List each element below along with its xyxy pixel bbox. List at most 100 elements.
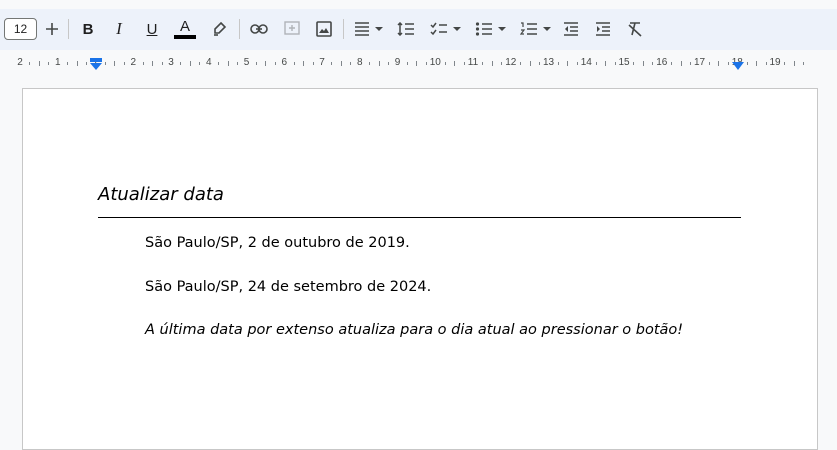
add-comment-button[interactable] xyxy=(281,17,303,41)
link-icon xyxy=(250,24,268,34)
chevron-down-icon xyxy=(453,27,461,31)
ruler-tick xyxy=(416,61,418,66)
ruler-number: 2 xyxy=(17,57,23,68)
underline-button[interactable]: U xyxy=(142,17,162,41)
ruler-tick xyxy=(567,61,569,66)
right-indent-marker[interactable] xyxy=(732,62,744,70)
formatting-toolbar: 12 B I U A xyxy=(0,9,837,50)
ruler-tick xyxy=(104,62,106,65)
ruler-number: 13 xyxy=(542,57,555,68)
highlight-color-button[interactable] xyxy=(208,17,230,41)
ruler-tick xyxy=(718,61,720,66)
chevron-down-icon xyxy=(375,27,383,31)
toolbar-divider xyxy=(239,19,240,39)
checklist-dropdown[interactable] xyxy=(428,17,464,41)
ruler-tick xyxy=(482,62,484,65)
ruler-tick xyxy=(633,62,635,65)
ruler-tick xyxy=(218,62,220,65)
decrease-indent-button[interactable] xyxy=(560,17,582,41)
ruler-tick xyxy=(444,62,446,65)
ruler-number: 12 xyxy=(505,57,517,68)
ruler-tick xyxy=(671,62,673,65)
ruler-tick xyxy=(350,62,352,65)
ruler-tick xyxy=(501,62,503,65)
clear-formatting-button[interactable] xyxy=(624,17,646,41)
text-color-swatch xyxy=(174,34,196,39)
ruler-tick xyxy=(756,61,758,66)
ruler-tick xyxy=(378,61,380,66)
ruler-tick xyxy=(595,62,597,65)
ruler-number: 14 xyxy=(580,57,592,68)
ruler-tick xyxy=(793,61,795,66)
chevron-down-icon xyxy=(543,27,551,31)
paragraph-original-date: São Paulo/SP, 2 de outubro de 2019. xyxy=(145,235,410,251)
ruler-tick xyxy=(520,62,522,65)
ruler-number: 3 xyxy=(168,57,174,68)
image-icon xyxy=(316,21,332,37)
ruler-tick xyxy=(803,62,805,65)
ruler-tick xyxy=(114,61,116,66)
ruler-tick xyxy=(708,62,710,65)
ruler-number: 17 xyxy=(693,57,706,68)
increase-font-size-button[interactable] xyxy=(42,17,62,41)
numbered-list-icon xyxy=(520,22,537,35)
increase-indent-button[interactable] xyxy=(592,17,614,41)
ruler-tick xyxy=(576,62,578,65)
add-comment-icon xyxy=(284,21,300,35)
ruler-tick xyxy=(29,62,31,65)
ruler-tick xyxy=(161,62,163,65)
paragraph-updated-date: São Paulo/SP, 24 de setembro de 2024. xyxy=(145,279,432,295)
line-spacing-button[interactable] xyxy=(395,17,417,41)
ruler-number: 6 xyxy=(281,57,288,68)
line-spacing-icon xyxy=(397,22,414,36)
ruler-tick xyxy=(340,61,342,66)
text-color-button[interactable]: A xyxy=(172,17,198,41)
align-justify-icon xyxy=(355,22,369,36)
ruler-tick xyxy=(152,61,154,66)
ruler-tick xyxy=(67,62,69,65)
ruler-tick xyxy=(605,61,607,66)
ruler-tick xyxy=(48,62,50,65)
ruler-tick xyxy=(76,61,78,66)
increase-indent-icon xyxy=(596,22,610,36)
insert-link-button[interactable] xyxy=(248,17,270,41)
left-indent-marker[interactable] xyxy=(90,58,102,72)
ruler: 2112345678910111213141516171819 xyxy=(0,54,837,75)
ruler-tick xyxy=(406,62,408,65)
ruler-tick xyxy=(255,62,257,65)
ruler-tick xyxy=(199,62,201,65)
bulleted-list-icon xyxy=(475,22,492,36)
font-size-input[interactable]: 12 xyxy=(4,18,37,40)
document-page[interactable]: Atualizar data São Paulo/SP, 2 de outubr… xyxy=(22,88,818,450)
ruler-tick xyxy=(227,61,229,66)
ruler-tick xyxy=(189,61,191,66)
decrease-indent-icon xyxy=(564,22,578,36)
ruler-tick xyxy=(142,62,144,65)
ruler-tick xyxy=(746,62,748,65)
clear-formatting-icon xyxy=(628,22,642,37)
ruler-tick xyxy=(784,62,786,65)
align-dropdown[interactable] xyxy=(352,17,386,41)
ruler-tick xyxy=(331,62,333,65)
insert-image-button[interactable] xyxy=(313,17,335,41)
ruler-number: 9 xyxy=(394,57,401,68)
text-color-letter: A xyxy=(179,17,190,35)
ruler-number: 1 xyxy=(54,57,61,68)
ruler-tick xyxy=(38,61,40,66)
ruler-number: 4 xyxy=(205,57,212,68)
numbered-list-dropdown[interactable] xyxy=(518,17,554,41)
ruler-tick xyxy=(614,62,616,65)
ruler-tick xyxy=(237,62,239,65)
ruler-tick xyxy=(690,62,692,65)
ruler-tick xyxy=(727,62,729,65)
ruler-number: 19 xyxy=(769,57,781,68)
paragraph-note: A última data por extenso atualiza para … xyxy=(145,322,684,338)
bulleted-list-dropdown[interactable] xyxy=(473,17,509,41)
ruler-tick xyxy=(274,62,276,65)
ruler-tick xyxy=(652,62,654,65)
ruler-tick xyxy=(642,61,644,66)
italic-button[interactable]: I xyxy=(109,17,129,41)
ruler-tick xyxy=(180,62,182,65)
ruler-tick xyxy=(680,61,682,66)
bold-button[interactable]: B xyxy=(78,17,98,41)
